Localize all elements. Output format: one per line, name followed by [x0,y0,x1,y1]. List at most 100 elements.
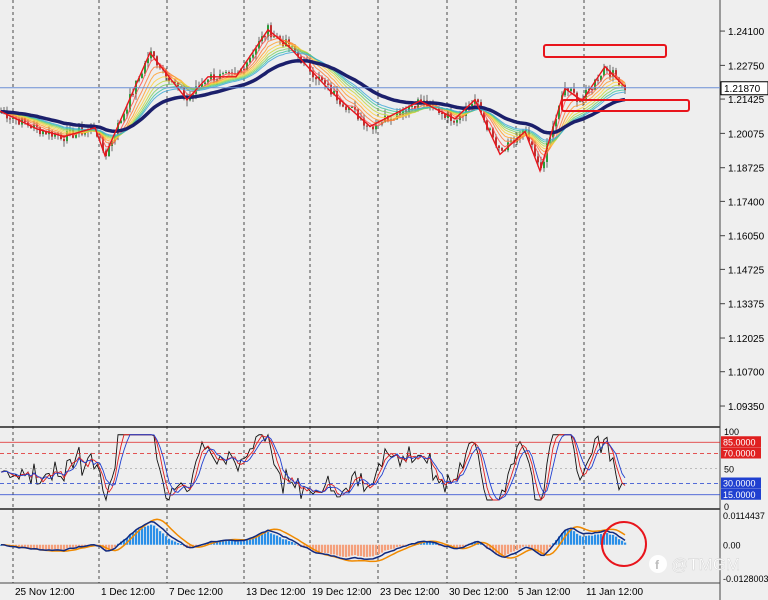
y-tick-label: 1.14725 [728,265,765,276]
macd-bar [615,536,618,545]
macd-bar [342,544,345,557]
watermark: f @TMGM [649,555,740,574]
macd-bar [111,544,114,550]
macd-bar [357,544,360,556]
candle-body [153,51,155,57]
macd-bar [594,534,597,545]
macd-bar [363,544,366,557]
y-tick-label: 1.18725 [728,164,765,175]
macd-bar [177,543,180,545]
candle-body [345,106,347,110]
candle-body [453,120,455,123]
macd-bar [60,544,63,550]
candle-body [570,88,572,92]
macd-bar [387,544,390,550]
macd-bar [360,544,363,557]
macd-bar [276,535,279,545]
macd-bar [426,542,429,545]
y-tick-label: 1.21425 [728,95,765,106]
macd-bar [333,544,336,555]
macd-bar [147,525,150,545]
macd-bar [366,544,369,557]
macd-bar [345,544,348,558]
macd-bar [264,533,267,545]
macd-bar [285,539,288,545]
macd-bar [72,544,75,548]
macd-bar [321,544,324,553]
macd-bar [288,541,291,545]
macd-bar [612,534,615,545]
candle-body [63,139,65,142]
macd-bar [240,541,243,545]
macd-bar [621,540,624,545]
macd-bar [624,542,627,545]
macd-bar [246,540,249,545]
x-tick-label: 19 Dec 12:00 [312,587,372,598]
macd-bar [144,526,147,545]
macd-bar [504,544,507,556]
level-label: 70.0000 [723,449,756,459]
macd-bar [162,533,165,545]
candle-body [543,161,545,169]
y-tick-label: 1.09350 [728,402,765,413]
macd-bar [156,528,159,545]
level-label: 30.0000 [723,479,756,489]
macd-tick-label: 0.00 [723,541,741,551]
macd-bar [522,544,525,547]
macd-bar [45,544,48,550]
macd-bar [225,540,228,545]
macd-bar [543,544,546,555]
macd-bar [573,531,576,545]
macd-bar [519,544,522,549]
macd-tick-label: 0.0114437 [723,511,765,521]
macd-bar [393,544,396,549]
macd-bar [51,544,54,550]
level-label: 85.0000 [723,437,756,447]
candle-body [366,125,368,127]
y-tick-label: 1.16050 [728,232,765,243]
x-tick-label: 5 Jan 12:00 [518,587,571,598]
candle-body [342,104,344,107]
macd-bar [150,524,153,545]
watermark-text: @TMGM [671,555,740,574]
macd-tick-label: -0.0128003 [723,574,768,584]
candle-body [252,54,254,58]
y-tick-label: 1.22750 [728,61,765,72]
macd-bar [165,536,168,545]
y-tick-label: 1.13375 [728,300,765,311]
macd-bar [63,544,66,550]
macd-bar [525,544,528,546]
macd-bar [66,544,69,549]
macd-bar [516,544,519,551]
macd-bar [369,544,372,557]
oscillator-panel [0,430,720,508]
macd-bar [396,544,399,547]
macd-bar [597,534,600,545]
macd-bar [261,533,264,545]
osc-tick-label: 100 [724,427,739,437]
current-price-label: 1.21870 [724,84,761,95]
y-tick-label: 1.17400 [728,197,765,208]
candle-body [222,73,224,75]
candle-body [141,73,143,79]
y-tick-label: 1.24100 [728,27,765,38]
candle-body [351,107,353,109]
macd-bar [75,544,78,547]
x-tick-label: 7 Dec 12:00 [169,587,223,598]
macd-bar [591,535,594,545]
y-tick-label: 1.12025 [728,334,765,345]
macd-bar [243,541,246,545]
forex-chart: 1.24100 1.22750 1.21425 1.20075 1.18725 1.174… [0,0,768,600]
candle-body [477,99,479,103]
macd-bar [579,535,582,545]
macd-bar [54,544,57,550]
macd-bar [546,544,549,551]
macd-bar [381,544,384,553]
x-tick-label: 25 Nov 12:00 [15,587,75,598]
macd-bar [327,544,330,554]
candle-body [597,79,599,81]
macd-bar [402,544,405,546]
macd-bar [273,534,276,545]
macd-bar [336,544,339,556]
macd-bar [171,540,174,545]
